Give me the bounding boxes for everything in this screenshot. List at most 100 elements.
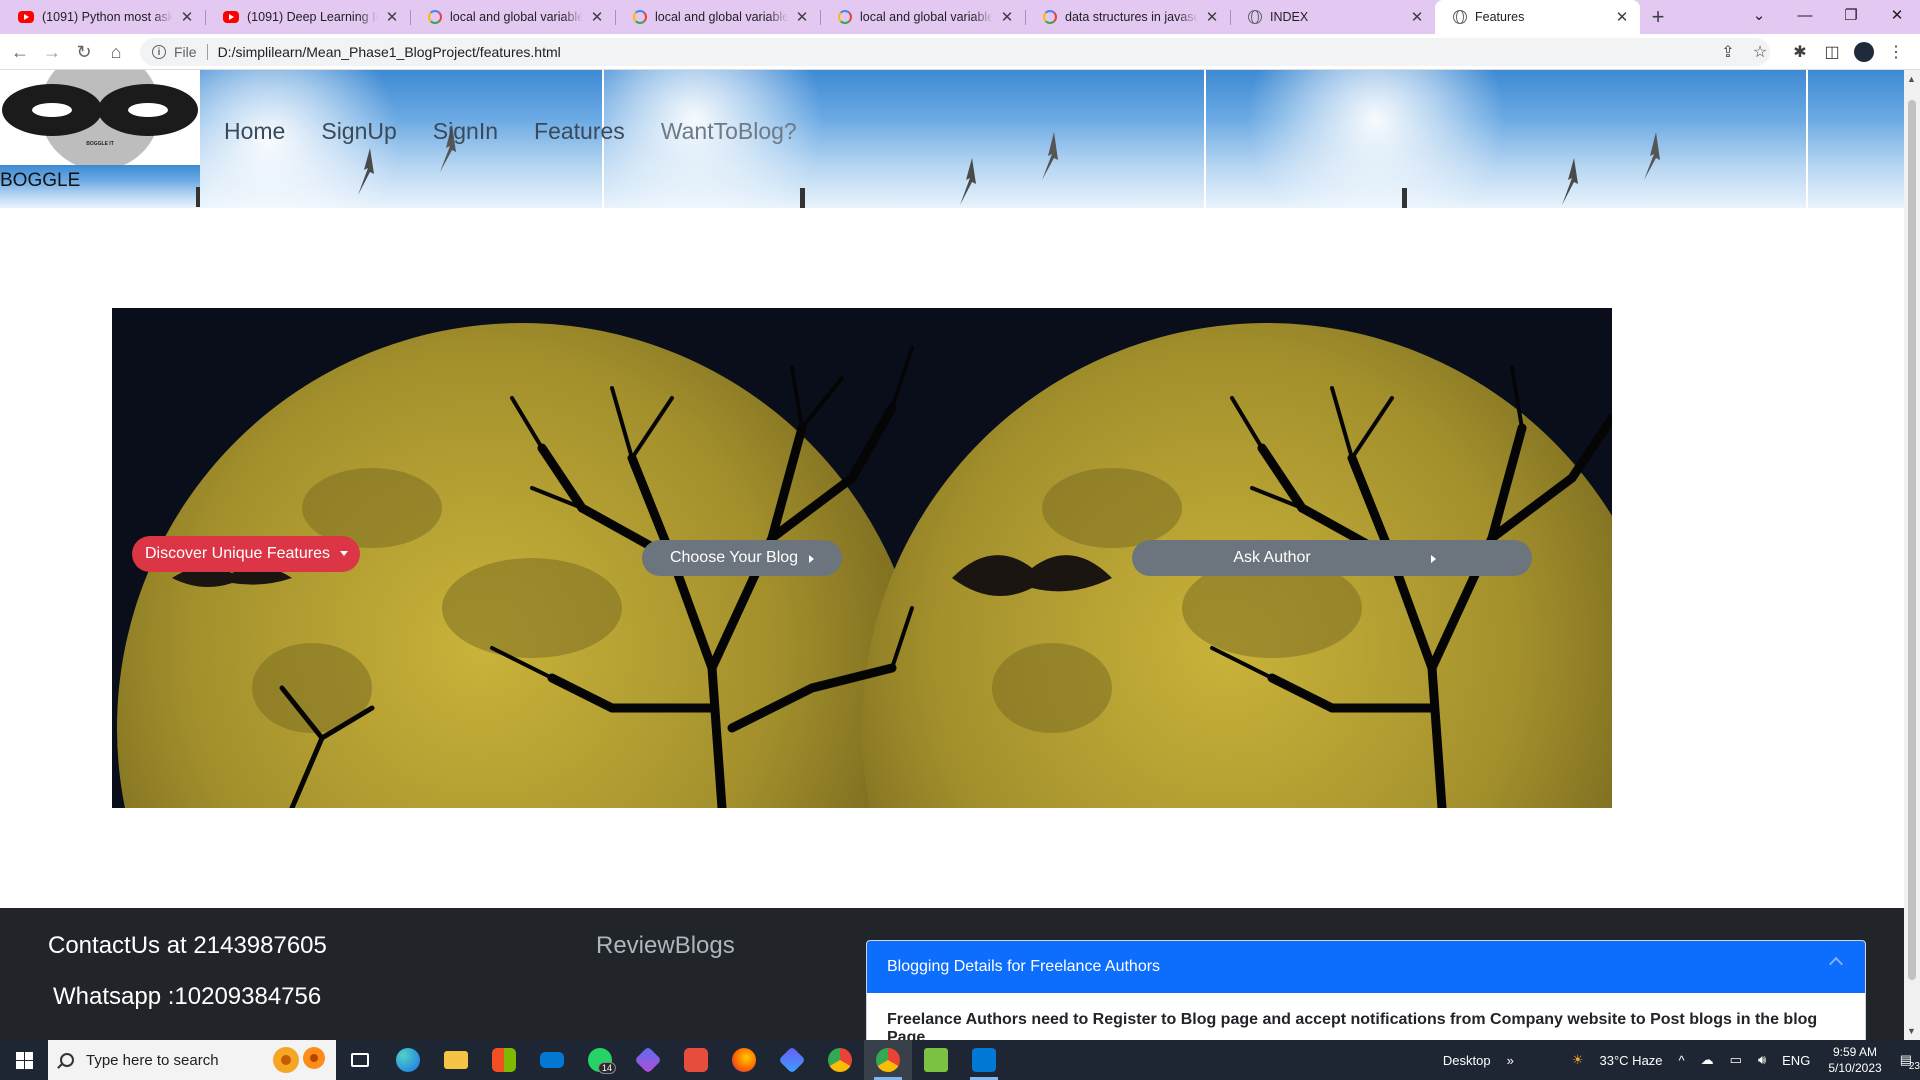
scrollbar-thumb[interactable] xyxy=(1908,100,1916,980)
volume-icon[interactable]: 🔊︎ xyxy=(1758,1052,1766,1068)
nav-features[interactable]: Features xyxy=(534,118,625,145)
feature-carousel: Discover Unique Features Choose Your Blo… xyxy=(112,308,1612,808)
notification-center-icon[interactable]: ▤ 23 xyxy=(1900,1052,1920,1072)
page-scrollbar[interactable]: ▲ ▼ xyxy=(1904,70,1920,1040)
accordion: Blogging Details for Freelance Authors F… xyxy=(866,940,1866,1040)
google-icon xyxy=(428,10,442,24)
scroll-up-arrow-icon[interactable]: ▲ xyxy=(1907,74,1916,84)
url-text[interactable]: D:/simplilearn/Mean_Phase1_BlogProject/f… xyxy=(218,44,561,60)
browser-tab-active[interactable]: Features ✕ xyxy=(1435,0,1640,34)
google-icon xyxy=(1043,10,1057,24)
address-bar-row: ← → ↻ ⌂ i File D:/simplilearn/Mean_Phase… xyxy=(0,34,1920,70)
toolbar-expand-icon[interactable]: » xyxy=(1507,1053,1514,1068)
accordion-header[interactable]: Blogging Details for Freelance Authors xyxy=(867,941,1865,993)
extensions-icon[interactable]: ✱ xyxy=(1788,40,1812,64)
back-icon[interactable]: ← xyxy=(8,40,32,64)
close-tab-icon[interactable]: ✕ xyxy=(179,8,195,26)
windows-start-icon[interactable] xyxy=(0,1040,48,1080)
system-tray: Desktop » ☀ 33°C Haze ^ ☁ ▭ 🔊︎ ENG 9:59 … xyxy=(1435,1040,1920,1080)
choose-blog-button[interactable]: Choose Your Blog xyxy=(642,540,842,576)
mail-icon[interactable] xyxy=(528,1040,576,1080)
google-icon xyxy=(633,10,647,24)
header-banner-image xyxy=(1206,70,1806,208)
media-player-icon[interactable] xyxy=(624,1040,672,1080)
close-tab-icon[interactable]: ✕ xyxy=(794,8,810,26)
whatsapp-badge: 14 xyxy=(597,1062,616,1074)
new-tab-button[interactable]: + xyxy=(1640,0,1676,34)
nav-home[interactable]: Home xyxy=(224,118,285,145)
forward-icon[interactable]: → xyxy=(40,40,64,64)
youtube-icon xyxy=(223,11,239,23)
close-tab-icon[interactable]: ✕ xyxy=(999,8,1015,26)
browser-tab[interactable]: local and global variables ✕ xyxy=(820,0,1025,34)
browser-tab[interactable]: INDEX ✕ xyxy=(1230,0,1435,34)
share-icon[interactable]: ⇪ xyxy=(1716,40,1740,64)
close-tab-icon[interactable]: ✕ xyxy=(1204,8,1220,26)
desktop-toolbar[interactable]: Desktop xyxy=(1443,1053,1491,1068)
onedrive-icon[interactable]: ☁ xyxy=(1701,1052,1714,1068)
logo[interactable]: BOGGLE IT xyxy=(0,70,200,170)
header-banner-image xyxy=(1808,70,1904,208)
discover-features-label: Discover Unique Features xyxy=(145,545,330,562)
taskbar-search[interactable]: Type here to search xyxy=(48,1040,336,1080)
restore-icon[interactable]: ❐ xyxy=(1828,0,1874,30)
omnibox[interactable]: i File D:/simplilearn/Mean_Phase1_BlogPr… xyxy=(140,38,1770,66)
close-window-icon[interactable]: ✕ xyxy=(1874,0,1920,30)
chrome-icon[interactable] xyxy=(816,1040,864,1080)
task-view-icon[interactable] xyxy=(336,1040,384,1080)
nav-signin[interactable]: SignIn xyxy=(433,118,498,145)
browser-tab[interactable]: (1091) Python most asked ✕ xyxy=(0,0,205,34)
profile-avatar[interactable] xyxy=(1852,40,1876,64)
notification-count: 23 xyxy=(1908,1061,1920,1072)
close-tab-icon[interactable]: ✕ xyxy=(384,8,400,26)
url-scheme: File xyxy=(174,44,197,60)
tray-overflow-icon[interactable]: ^ xyxy=(1679,1053,1685,1068)
browser-tab[interactable]: local and global variables ✕ xyxy=(410,0,615,34)
battery-icon[interactable]: ▭ xyxy=(1730,1052,1742,1068)
menu-kebab-icon[interactable]: ⋮ xyxy=(1884,40,1908,64)
microsoft-store-icon[interactable] xyxy=(480,1040,528,1080)
bookmark-star-icon[interactable]: ☆ xyxy=(1748,40,1772,64)
browser-tab[interactable]: data structures in javascrip ✕ xyxy=(1025,0,1230,34)
browser-tab[interactable]: (1091) Deep Learning Inter ✕ xyxy=(205,0,410,34)
close-tab-icon[interactable]: ✕ xyxy=(1409,8,1425,26)
site-footer: ContactUs at 2143987605 Whatsapp :102093… xyxy=(0,908,1904,1040)
firefox-icon[interactable] xyxy=(720,1040,768,1080)
tab-title: local and global variables xyxy=(655,10,788,24)
home-icon[interactable]: ⌂ xyxy=(104,40,128,64)
notepad-plus-icon[interactable] xyxy=(912,1040,960,1080)
nav-want-to-blog[interactable]: WantToBlog? xyxy=(661,118,797,145)
close-tab-icon[interactable]: ✕ xyxy=(1614,8,1630,26)
language-indicator[interactable]: ENG xyxy=(1782,1053,1810,1068)
side-panel-icon[interactable]: ◫ xyxy=(1820,40,1844,64)
media-app-icon[interactable] xyxy=(768,1040,816,1080)
clock-date: 5/10/2023 xyxy=(1828,1061,1882,1075)
search-icon xyxy=(60,1053,74,1067)
tab-title: local and global variables xyxy=(450,10,583,24)
close-tab-icon[interactable]: ✕ xyxy=(589,8,605,26)
ask-author-button[interactable]: Ask Author xyxy=(1132,540,1532,576)
browser-tab[interactable]: local and global variables ✕ xyxy=(615,0,820,34)
scroll-down-arrow-icon[interactable]: ▼ xyxy=(1907,1026,1916,1036)
edge-browser-icon[interactable] xyxy=(384,1040,432,1080)
nav-signup[interactable]: SignUp xyxy=(321,118,396,145)
tab-search-icon[interactable]: ⌄ xyxy=(1736,0,1782,30)
chrome-active-icon[interactable] xyxy=(864,1040,912,1080)
info-icon[interactable]: i xyxy=(152,45,166,59)
vscode-icon[interactable] xyxy=(960,1040,1008,1080)
search-highlight-flower-icon xyxy=(273,1047,325,1073)
page-viewport: BOGGLE IT BOGGLE Home SignUp SignIn Feat… xyxy=(0,70,1904,1040)
minimize-icon[interactable]: — xyxy=(1782,0,1828,30)
clock[interactable]: 9:59 AM 5/10/2023 xyxy=(1828,1044,1881,1076)
discover-features-dropdown[interactable]: Discover Unique Features xyxy=(132,536,360,572)
whatsapp-icon[interactable]: 14 xyxy=(576,1040,624,1080)
globe-icon xyxy=(1248,10,1262,24)
office-icon[interactable] xyxy=(672,1040,720,1080)
weather-text[interactable]: 33°C Haze xyxy=(1600,1053,1663,1068)
tab-title: INDEX xyxy=(1270,10,1309,24)
contact-phone: ContactUs at 2143987605 xyxy=(48,932,327,959)
tab-title: local and global variables xyxy=(860,10,993,24)
file-explorer-icon[interactable] xyxy=(432,1040,480,1080)
reload-icon[interactable]: ↻ xyxy=(72,40,96,64)
review-blogs-link[interactable]: ReviewBlogs xyxy=(596,932,735,960)
